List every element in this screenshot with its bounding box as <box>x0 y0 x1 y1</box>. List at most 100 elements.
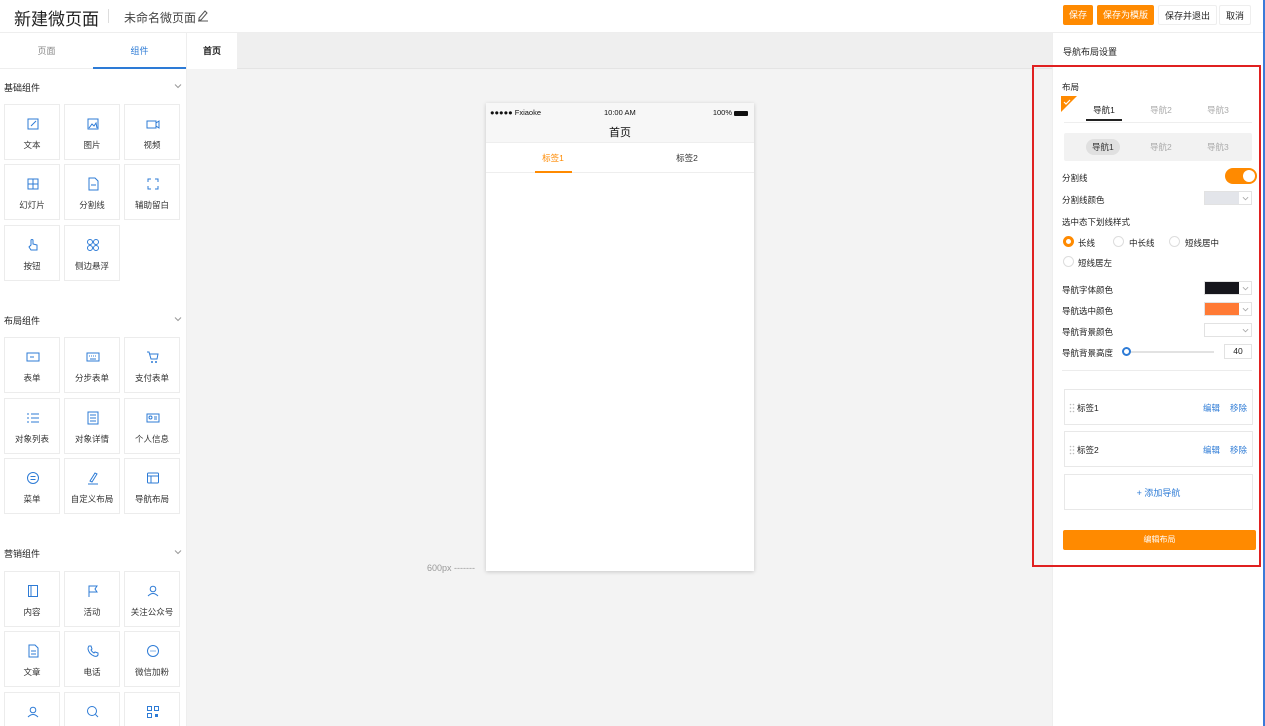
flag-icon <box>88 585 98 597</box>
save-exit-button[interactable]: 保存并退出 <box>1158 5 1218 25</box>
component-profile[interactable]: 个人信息 <box>124 398 180 454</box>
form-icon <box>26 352 40 362</box>
bg-color-picker[interactable] <box>1204 323 1252 337</box>
nav-option-2[interactable]: 导航2 <box>1141 99 1181 121</box>
drag-handle-icon[interactable] <box>1069 445 1075 455</box>
component-slideshow[interactable]: 幻灯片 <box>4 164 60 220</box>
component-spacer[interactable]: 辅助留白 <box>124 164 180 220</box>
component-text[interactable]: 文本 <box>4 104 60 160</box>
menu-circle-icon <box>27 472 39 484</box>
font-color-picker[interactable] <box>1204 281 1252 295</box>
component-button[interactable]: 按钮 <box>4 225 60 281</box>
phone-status-bar: ●●●●● Fxiaoke 10:00 AM 100% 首页 <box>486 103 754 143</box>
phone-preview[interactable]: ●●●●● Fxiaoke 10:00 AM 100% 首页 标签1 标签2 <box>486 103 754 571</box>
color-swatch <box>1205 282 1239 294</box>
layout-nav-style-1[interactable]: 导航1 导航2 导航3 <box>1064 99 1252 123</box>
edit-link[interactable]: 编辑 <box>1203 402 1220 414</box>
section-basic[interactable]: 基础组件 <box>4 81 184 95</box>
cancel-button[interactable]: 取消 <box>1219 5 1252 25</box>
edit-layout-button[interactable]: 编辑布局 <box>1063 530 1256 550</box>
component-activity[interactable]: 活动 <box>64 571 120 627</box>
radio-short-center[interactable] <box>1169 236 1180 247</box>
layout-nav-style-2[interactable]: 导航1 导航2 导航3 <box>1064 133 1252 161</box>
component-object-list[interactable]: 对象列表 <box>4 398 60 454</box>
component-video[interactable]: 视频 <box>124 104 180 160</box>
page-name: 未命名微页面 <box>124 11 197 25</box>
expand-icon <box>147 178 159 190</box>
phone-tab-1[interactable]: 标签1 <box>486 143 620 173</box>
component-custom-layout[interactable]: 自定义布局 <box>64 458 120 514</box>
pencil-icon[interactable] <box>196 8 210 22</box>
tab-home[interactable]: 首页 <box>187 33 237 69</box>
component-wechat[interactable]: 微信加粉 <box>124 631 180 687</box>
top-header: 新建微页面 未命名微页面 保存 保存为模版 保存并退出 取消 <box>0 0 1265 33</box>
component-label: 微信加粉 <box>134 667 169 677</box>
color-swatch <box>1205 303 1239 315</box>
save-button[interactable]: 保存 <box>1063 5 1094 25</box>
component-nav-layout[interactable]: 导航布局 <box>124 458 180 514</box>
slider-handle[interactable] <box>1122 347 1131 356</box>
editor-canvas: 首页 600px ------- ●●●●● Fxiaoke 10:00 AM … <box>187 33 1052 726</box>
component-float[interactable]: 侧边悬浮 <box>64 225 120 281</box>
book-icon <box>28 585 38 597</box>
component-label: 视频 <box>143 140 161 150</box>
radio-medium[interactable] <box>1113 236 1124 247</box>
component-menu[interactable]: 菜单 <box>4 458 60 514</box>
nav-option-3[interactable]: 导航3 <box>1198 99 1238 121</box>
section-layout[interactable]: 布局组件 <box>4 314 184 328</box>
selected-color-picker[interactable] <box>1204 302 1252 316</box>
component-divider[interactable]: 分割线 <box>64 164 120 220</box>
left-tabs: 页面 组件 <box>0 33 186 69</box>
divider-color-label: 分割线颜色 <box>1062 195 1105 205</box>
component-object-detail[interactable]: 对象详情 <box>64 398 120 454</box>
component-more-3[interactable] <box>124 692 180 726</box>
section-divider <box>1062 370 1252 371</box>
component-step-form[interactable]: 分步表单 <box>64 337 120 393</box>
radio-long[interactable] <box>1063 236 1074 247</box>
settings-title: 导航布局设置 <box>1063 47 1118 57</box>
phone-tab-underline <box>535 171 572 173</box>
section-marketing[interactable]: 营销组件 <box>4 547 184 561</box>
radio-short-left-label: 短线居左 <box>1078 258 1113 268</box>
pill-option-3[interactable]: 导航3 <box>1201 139 1235 155</box>
detail-icon <box>87 411 99 425</box>
radio-medium-label: 中长线 <box>1129 238 1155 248</box>
clock-label: 10:00 AM <box>604 108 636 117</box>
bg-height-slider[interactable] <box>1128 351 1214 353</box>
pill-option-1[interactable]: 导航1 <box>1086 139 1120 155</box>
phone-icon <box>87 645 99 657</box>
slideshow-icon <box>27 178 39 190</box>
component-pay-form[interactable]: 支付表单 <box>124 337 180 393</box>
nav-option-1[interactable]: 导航1 <box>1084 99 1124 121</box>
component-content[interactable]: 内容 <box>4 571 60 627</box>
drag-handle-icon[interactable] <box>1069 403 1075 413</box>
tab-components[interactable]: 组件 <box>93 33 186 69</box>
component-follow-account[interactable]: 关注公众号 <box>124 571 180 627</box>
divider-toggle[interactable] <box>1225 168 1257 184</box>
remove-link[interactable]: 移除 <box>1230 444 1247 456</box>
bg-height-input[interactable]: 40 <box>1224 344 1252 359</box>
nav-underline <box>1086 119 1122 121</box>
component-image[interactable]: 图片 <box>64 104 120 160</box>
component-article[interactable]: 文章 <box>4 631 60 687</box>
save-template-button[interactable]: 保存为模版 <box>1097 5 1155 25</box>
chevron-down-icon <box>1242 328 1249 333</box>
user-icon <box>27 706 39 718</box>
video-icon <box>146 120 160 129</box>
phone-tab-2[interactable]: 标签2 <box>620 143 754 173</box>
pill-option-2[interactable]: 导航2 <box>1144 139 1178 155</box>
edit-link[interactable]: 编辑 <box>1203 444 1220 456</box>
divider-color-picker[interactable] <box>1204 191 1252 205</box>
battery-label: 100% <box>712 108 732 117</box>
component-more-1[interactable] <box>4 692 60 726</box>
phone-page-title: 首页 <box>609 127 631 139</box>
radio-short-left[interactable] <box>1063 256 1074 267</box>
component-phone[interactable]: 电话 <box>64 631 120 687</box>
component-form[interactable]: 表单 <box>4 337 60 393</box>
component-label: 自定义布局 <box>70 494 114 504</box>
remove-link[interactable]: 移除 <box>1230 402 1247 414</box>
component-label: 图片 <box>83 140 101 150</box>
tab-page[interactable]: 页面 <box>0 33 93 69</box>
component-more-2[interactable] <box>64 692 120 726</box>
add-nav-button[interactable]: + 添加导航 <box>1064 474 1253 510</box>
